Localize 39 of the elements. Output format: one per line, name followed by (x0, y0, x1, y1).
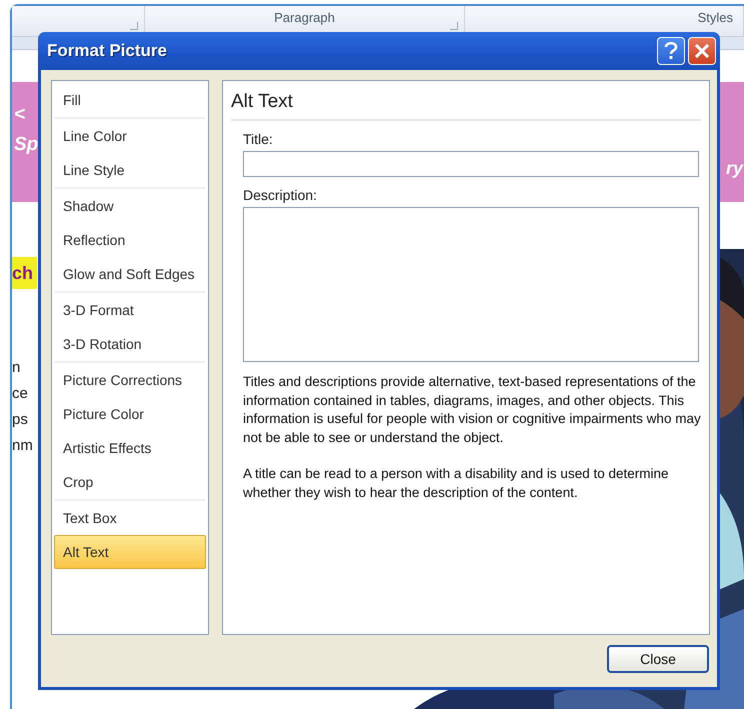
help-icon (664, 42, 678, 60)
close-button[interactable]: Close (607, 645, 709, 673)
category-item[interactable]: Reflection (54, 223, 206, 257)
document-text: ps (12, 411, 28, 428)
category-item[interactable]: Line Color (54, 119, 206, 153)
highlighted-text: ch (12, 257, 37, 289)
help-button[interactable] (657, 37, 685, 65)
field-label: Description: (243, 187, 318, 203)
window-title: Format Picture (47, 41, 167, 61)
dialog-launcher-icon[interactable] (130, 22, 138, 30)
category-item[interactable]: 3-D Rotation (54, 327, 206, 361)
panel-heading: Alt Text (231, 91, 701, 121)
banner-text: Sp (14, 134, 38, 156)
category-item[interactable]: Glow and Soft Edges (54, 257, 206, 291)
dialog-launcher-icon[interactable] (450, 22, 458, 30)
category-item[interactable]: Picture Corrections (54, 363, 206, 397)
field-label: Title: (243, 131, 274, 147)
category-item[interactable]: Text Box (54, 501, 206, 535)
category-item[interactable]: Picture Color (54, 397, 206, 431)
ribbon-group-label: Styles (698, 11, 733, 25)
category-item[interactable]: Crop (54, 465, 206, 499)
category-item[interactable]: Fill (54, 83, 206, 117)
category-item[interactable]: 3-D Format (54, 293, 206, 327)
document-text: nm (12, 437, 33, 454)
category-item[interactable]: Shadow (54, 189, 206, 223)
ribbon-group-label: Paragraph (274, 11, 335, 25)
close-button[interactable] (688, 37, 716, 65)
category-item[interactable]: Line Style (54, 153, 206, 187)
category-item[interactable]: Alt Text (54, 535, 206, 569)
description-field[interactable] (243, 207, 699, 362)
help-text: Titles and descriptions provide alternative, text-based representations of the information contained in tables, diagrams, images, and other objects. This information is useful for people with vision or cognitive impairments who may not be able to see or understand the object. (243, 373, 701, 447)
help-text: A title can be read to a person with a disability and is used to determine whether they wish to hear the description of the content. (243, 465, 670, 502)
banner-text: < (14, 104, 26, 126)
document-text: n (12, 359, 20, 376)
category-item[interactable]: Artistic Effects (54, 431, 206, 465)
document-text: ce (12, 385, 28, 402)
title-field[interactable] (243, 151, 699, 177)
close-icon (695, 44, 709, 58)
banner-text: ry (726, 158, 743, 179)
